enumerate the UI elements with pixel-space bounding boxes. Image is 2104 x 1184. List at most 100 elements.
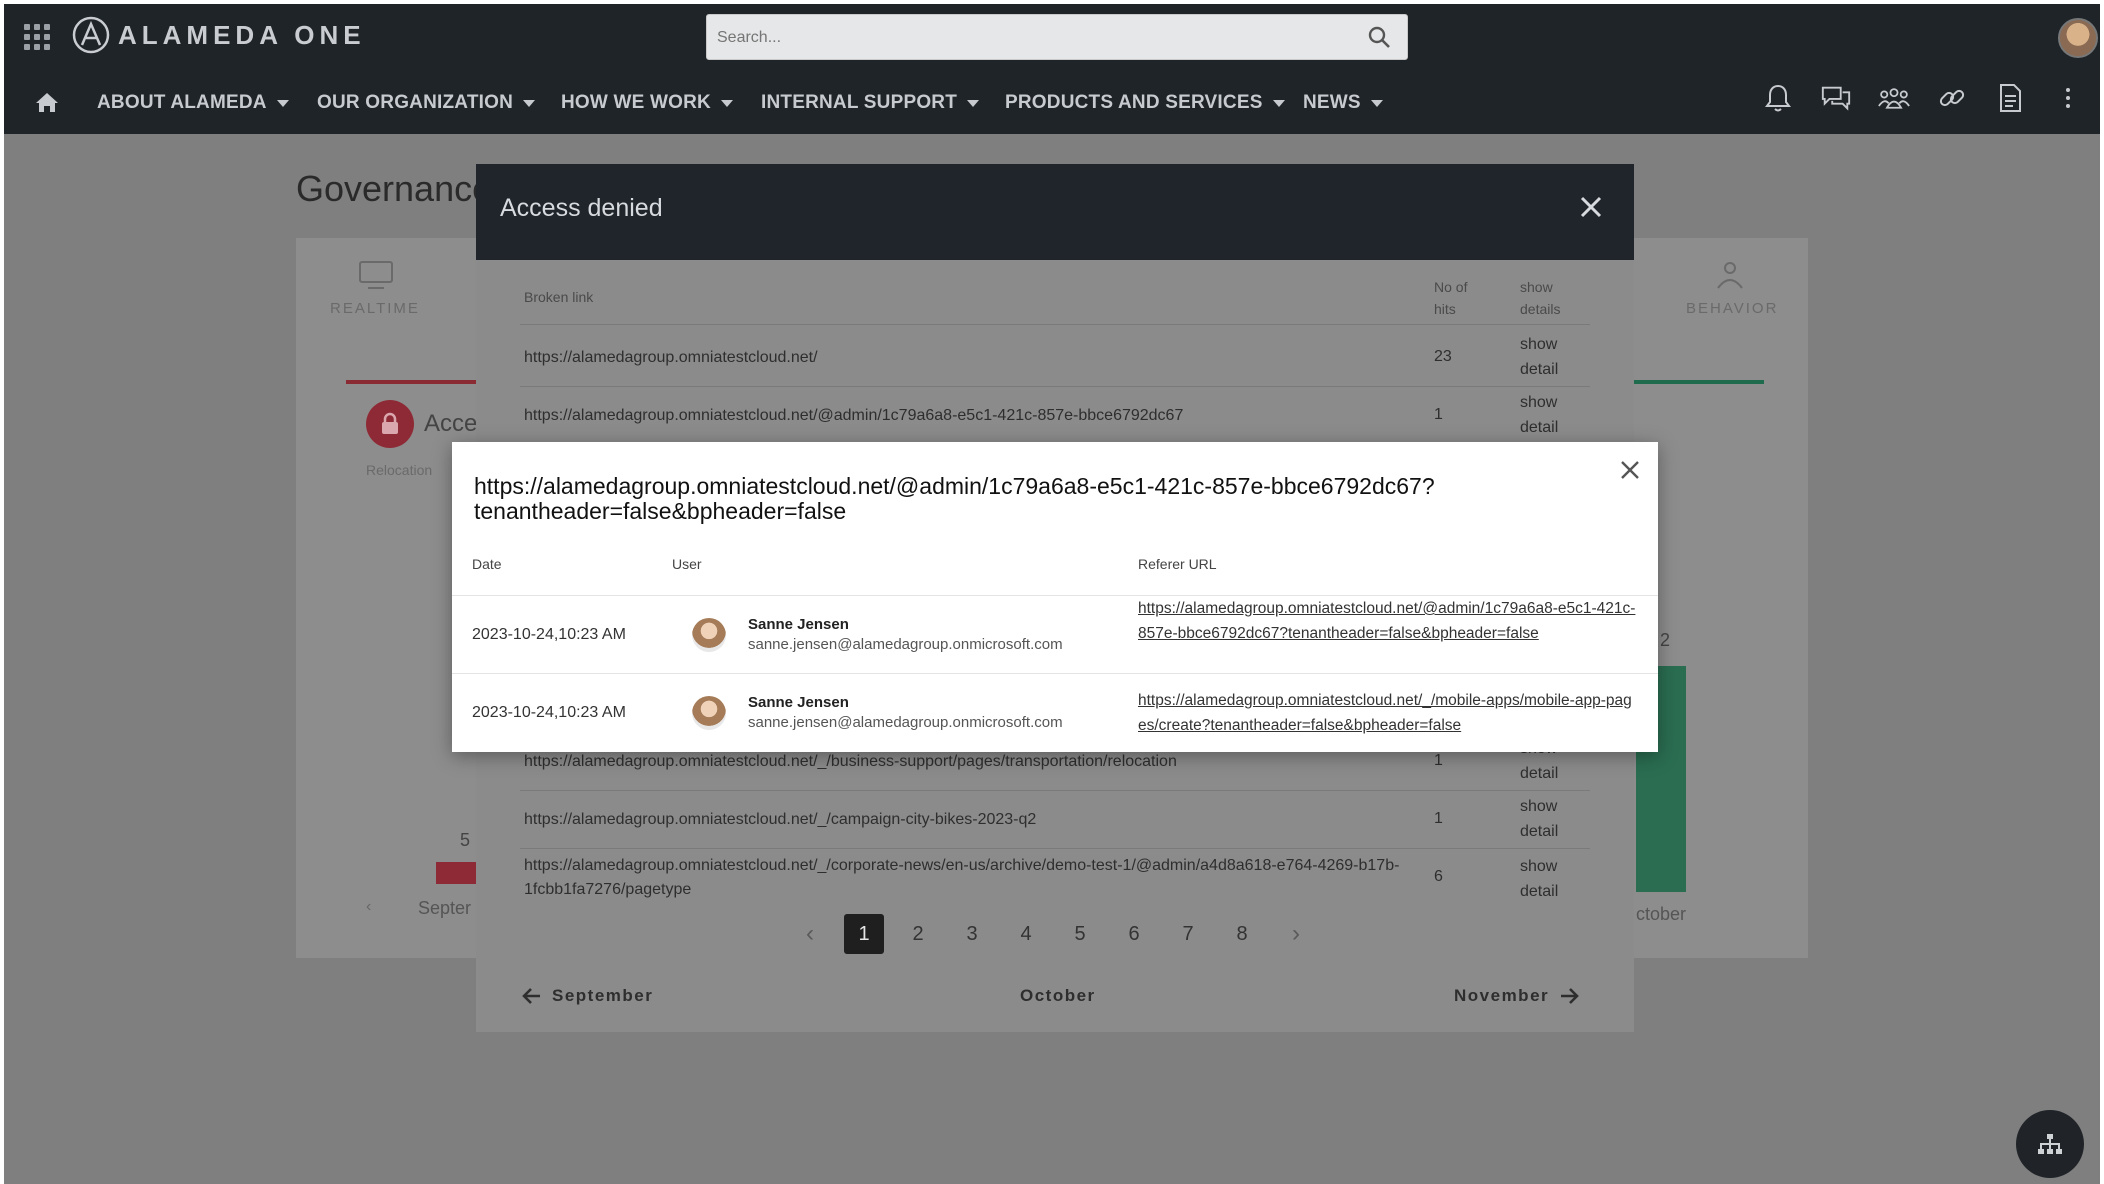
show-detail-link[interactable]: show detail [1520,332,1574,382]
show-detail-link[interactable]: show detail [1520,390,1574,440]
page-button[interactable]: 2 [898,914,938,954]
nav-tools [1762,82,2084,114]
month-next-label: November [1454,986,1550,1005]
row-divider [520,324,1590,325]
sitemap-button[interactable] [2016,1110,2084,1178]
month-current-label: October [1020,986,1096,1005]
broken-link: https://alamedagroup.omniatestcloud.net/… [524,857,1400,898]
caret-down-icon [1370,99,1383,107]
search-box[interactable] [706,14,1408,60]
nav-news[interactable]: NEWS [1303,92,1383,114]
hit-count: 23 [1434,348,1452,365]
column-header-date: Date [472,556,502,572]
tab-indicator-red [346,380,482,384]
broken-link: https://alamedagroup.omniatestcloud.net/… [524,407,1184,424]
pagination: ‹ 1 2 3 4 5 6 7 8 › [790,914,1316,954]
logo-mark-icon [72,16,110,54]
caret-down-icon [720,99,733,107]
user-avatar [692,618,726,652]
chart-month-left: Septer [418,898,472,918]
bell-icon[interactable] [1762,82,1794,114]
tab-realtime[interactable]: REALTIME [330,300,420,317]
nav-label: OUR ORGANIZATION [317,92,514,113]
month-prev-button[interactable]: September [522,986,653,1006]
page-button[interactable]: 8 [1222,914,1262,954]
hit-count: 6 [1434,868,1443,885]
sitemap-icon [2038,1134,2062,1154]
home-icon[interactable] [34,90,60,114]
link-icon[interactable] [1936,82,1968,114]
show-detail-link[interactable]: show detail [1520,854,1574,904]
logo[interactable]: ALAMEDA ONE [72,16,366,54]
page-title: Governance [296,168,493,209]
chat-icon[interactable] [1820,82,1852,114]
row-divider [520,386,1590,387]
nav-internal-support[interactable]: INTERNAL SUPPORT [761,92,980,114]
broken-link: https://alamedagroup.omniatestcloud.net/ [524,349,818,366]
nav-our-organization[interactable]: OUR ORGANIZATION [317,92,536,114]
nav-label: NEWS [1303,92,1361,113]
page-button[interactable]: 6 [1114,914,1154,954]
realtime-icon [359,261,393,289]
column-header-details: show details [1520,279,1561,317]
logo-text: ALAMEDA ONE [118,19,366,50]
nav-label: HOW WE WORK [561,92,711,113]
page-button[interactable]: 7 [1168,914,1208,954]
people-icon[interactable] [1878,82,1910,114]
document-icon[interactable] [1994,82,2026,114]
more-vertical-icon[interactable] [2052,82,2084,114]
link-details-modal: https://alamedagroup.omniatestcloud.net/… [452,442,1658,752]
nav-products-and-services[interactable]: PRODUCTS AND SERVICES [1005,92,1285,114]
access-date: 2023-10-24,10:23 AM [472,704,626,721]
nav-how-we-work[interactable]: HOW WE WORK [561,92,733,114]
referer-link[interactable]: https://alamedagroup.omniatestcloud.net/… [1138,688,1638,738]
lock-icon [366,400,414,448]
hit-count: 1 [1434,810,1443,827]
close-icon[interactable] [1618,458,1642,482]
details-title: https://alamedagroup.omniatestcloud.net/… [474,473,1435,524]
broken-link: https://alamedagroup.omniatestcloud.net/… [524,811,1037,828]
tab-behavior[interactable]: BEHAVIOR [1686,300,1778,317]
access-date: 2023-10-24,10:23 AM [472,626,626,643]
page-prev-button[interactable]: ‹ [790,914,830,954]
month-next-button[interactable]: November [1454,986,1579,1006]
nav-label: ABOUT ALAMEDA [97,92,267,113]
referer-link[interactable]: https://alamedagroup.omniatestcloud.net/… [1138,596,1638,646]
card-title: Acce [424,410,478,437]
chevron-left-icon[interactable]: ‹ [366,898,371,916]
search-icon[interactable] [1367,25,1391,49]
caret-down-icon [276,99,289,107]
card-subtitle: Relocation [366,462,433,478]
main-nav: ABOUT ALAMEDA OUR ORGANIZATION HOW WE WO… [4,84,1404,124]
page-button[interactable]: 5 [1060,914,1100,954]
user-email: sanne.jensen@alamedagroup.onmicrosoft.co… [748,714,1063,731]
column-header-hits: No of hits [1434,279,1468,317]
user-avatar [692,696,726,730]
page-button[interactable]: 3 [952,914,992,954]
caret-down-icon [1272,99,1285,107]
nav-label: PRODUCTS AND SERVICES [1005,92,1263,113]
arrow-right-icon [1561,988,1579,1004]
user-name: Sanne Jensen [748,694,849,711]
page-button[interactable]: 4 [1006,914,1046,954]
broken-link: https://alamedagroup.omniatestcloud.net/… [524,753,1177,770]
modal-header: Access denied [476,164,1634,260]
app-launcher-icon[interactable] [24,24,50,50]
page-next-button[interactable]: › [1276,914,1316,954]
month-prev-label: September [552,986,654,1005]
nav-label: INTERNAL SUPPORT [761,92,958,113]
chart-value-right: 2 [1660,630,1671,650]
search-input[interactable] [717,23,1337,53]
hit-count: 1 [1434,752,1443,769]
tab-indicator-green [1632,380,1764,384]
nav-about-alameda[interactable]: ABOUT ALAMEDA [97,92,289,114]
top-bar: ALAMEDA ONE ABOUT ALAMEDA OUR ORGANIZATI… [4,4,2100,134]
close-icon[interactable] [1578,194,1604,220]
page-button[interactable]: 1 [844,914,884,954]
column-header-user: User [672,556,702,572]
row-divider [452,673,1658,674]
show-detail-link[interactable]: show detail [1520,794,1574,844]
arrow-left-icon [522,988,540,1004]
user-avatar[interactable] [2058,18,2098,58]
row-divider [520,790,1590,791]
